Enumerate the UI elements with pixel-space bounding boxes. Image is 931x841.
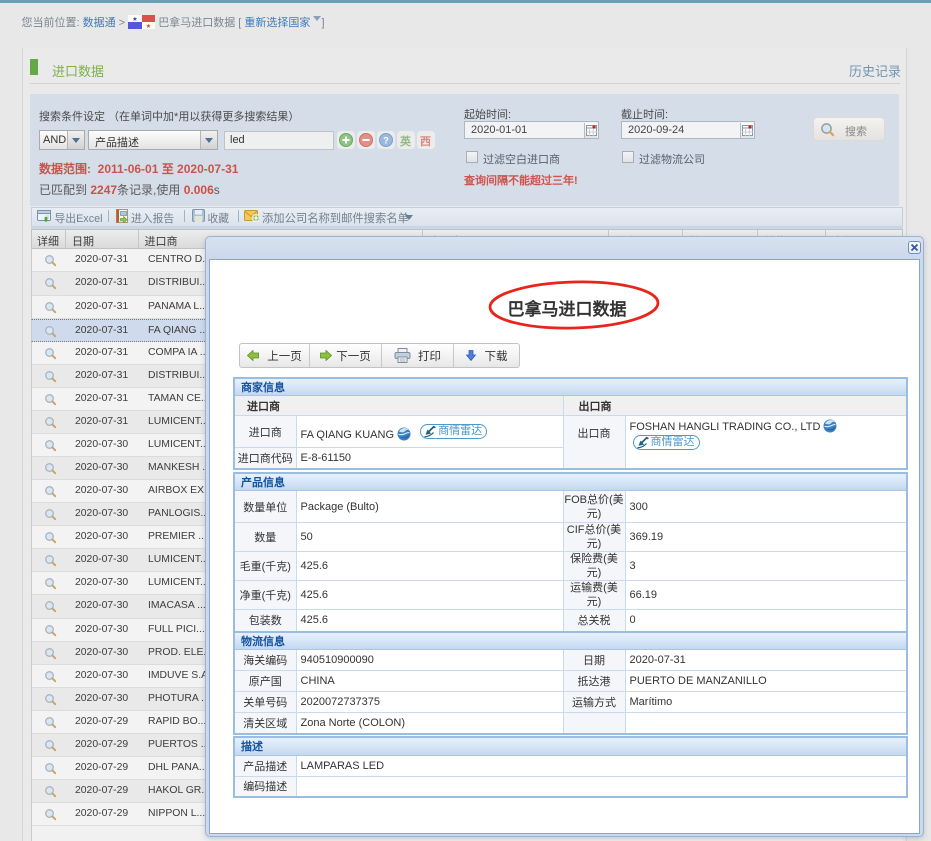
- svg-text:?: ?: [383, 136, 389, 146]
